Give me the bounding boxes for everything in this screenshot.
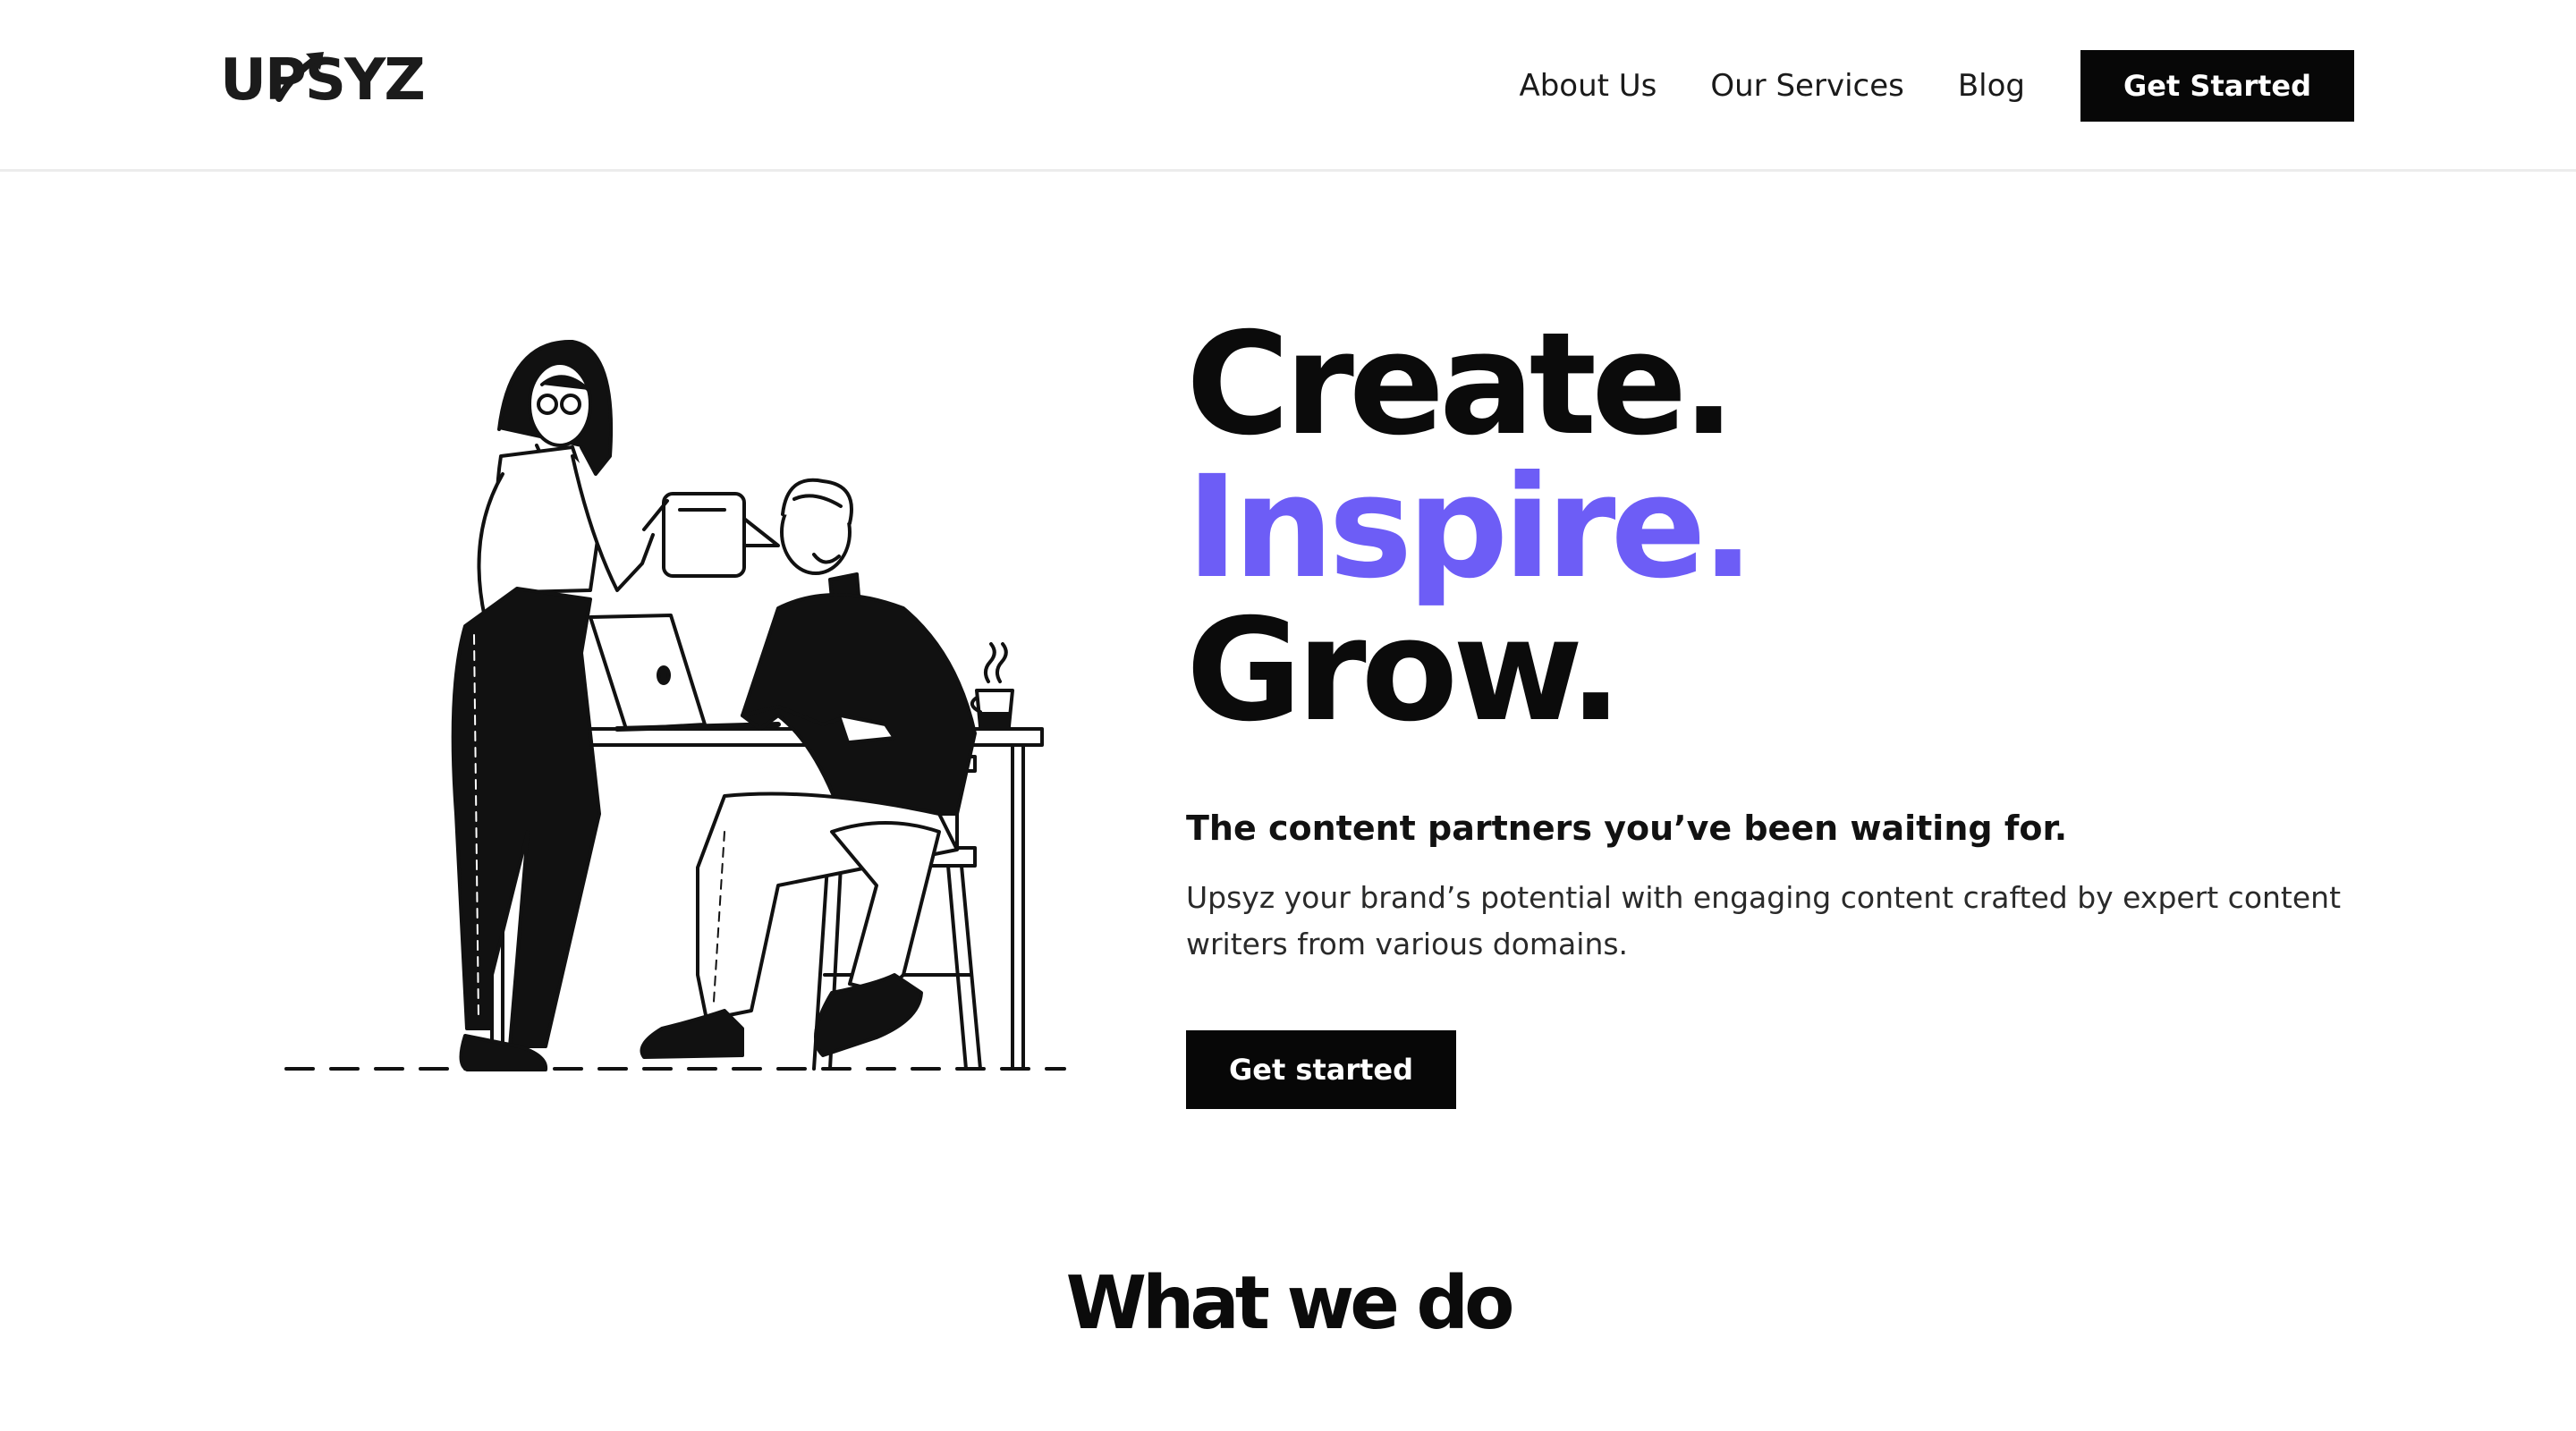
site-header: UPSYZ About Us Our Services Blog Get Sta… bbox=[0, 0, 2576, 172]
headline-grow: Grow. bbox=[1186, 588, 1623, 753]
hero-get-started-button[interactable]: Get started bbox=[1186, 1030, 1456, 1109]
nav-our-services[interactable]: Our Services bbox=[1710, 68, 1903, 104]
hero-content: Create. Inspire. Grow. The content partn… bbox=[1186, 313, 2367, 1109]
get-started-button[interactable]: Get Started bbox=[2080, 50, 2354, 122]
nav-blog[interactable]: Blog bbox=[1958, 68, 2025, 104]
two-people-working-at-desk-illustration bbox=[284, 339, 1066, 1071]
page: UPSYZ About Us Our Services Blog Get Sta… bbox=[0, 0, 2576, 1431]
headline-inspire: Inspire. bbox=[1186, 445, 1755, 610]
main-nav: About Us Our Services Blog Get Started bbox=[1519, 50, 2354, 122]
what-we-do-heading: What we do bbox=[1065, 1261, 1515, 1346]
hero-headline: Create. Inspire. Grow. bbox=[1186, 313, 2367, 742]
hero-tagline: The content partners you’ve been waiting… bbox=[1186, 809, 2068, 848]
hero-description: Upsyz your brand’s potential with engagi… bbox=[1186, 880, 2342, 961]
upsyz-logo[interactable]: UPSYZ bbox=[220, 48, 426, 120]
headline-create: Create. bbox=[1186, 302, 1735, 467]
nav-about-us[interactable]: About Us bbox=[1519, 68, 1657, 104]
logo-arrow-icon bbox=[275, 52, 324, 102]
